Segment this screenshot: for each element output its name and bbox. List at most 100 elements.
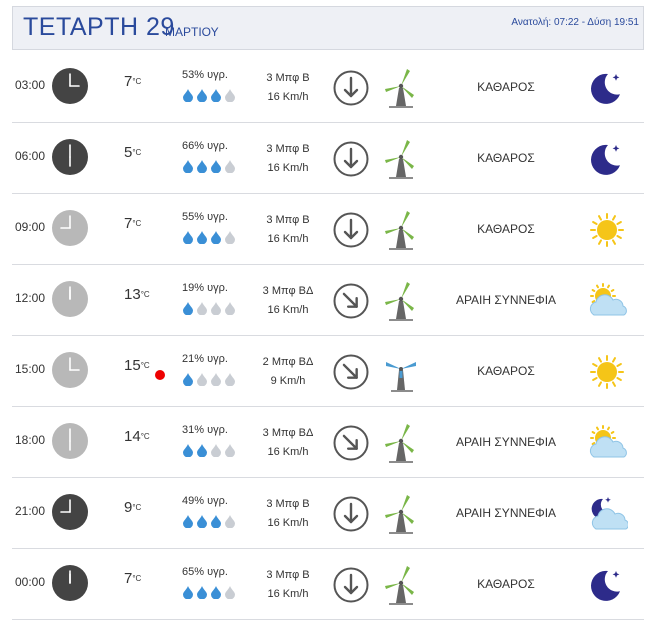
moon-icon <box>586 565 628 605</box>
clock-icon <box>52 281 88 317</box>
forecast-row: 18:00 14°C 31% υγρ. 3 Μπφ ΒΔ 16 Km/h ΑΡΑ… <box>12 407 644 478</box>
forecast-row: 00:00 7°C 65% υγρ. 3 Μπφ Β 16 Km/h ΚΑΘΑΡ… <box>12 549 644 620</box>
clock-icon <box>52 423 88 459</box>
row-description: ΚΑΘΑΡΟΣ <box>477 222 535 236</box>
row-temperature: 14°C <box>124 428 150 445</box>
clock-icon <box>52 565 88 601</box>
sun-cloud-icon <box>586 281 628 321</box>
humidity-drops-icon <box>182 230 238 245</box>
sun-cloud-icon <box>586 423 628 463</box>
row-time: 12:00 <box>15 291 46 305</box>
wind-force: 3 Μπφ Β <box>266 143 310 155</box>
moon-cloud-icon <box>586 494 629 534</box>
clock-icon <box>52 68 88 104</box>
row-humidity: 31% υγρ. <box>182 424 228 436</box>
row-temperature: 7°C <box>124 570 142 587</box>
day-title: ΤΕΤΑΡΤΗ 29 <box>23 13 175 41</box>
row-wind: 3 Μπφ Β 16 Km/h <box>240 566 336 604</box>
row-humidity: 21% υγρ. <box>182 353 228 365</box>
wind-force: 3 Μπφ ΒΔ <box>262 285 314 297</box>
row-wind: 3 Μπφ Β 16 Km/h <box>240 495 336 533</box>
humidity-drops-icon <box>182 159 238 174</box>
row-temperature: 9°C <box>124 499 142 516</box>
row-temperature: 13°C <box>124 286 150 303</box>
wind-force: 2 Μπφ ΒΔ <box>262 356 314 368</box>
wind-speed: 16 Km/h <box>267 588 309 600</box>
row-humidity: 65% υγρ. <box>182 566 228 578</box>
row-humidity: 53% υγρ. <box>182 69 228 81</box>
wind-force: 3 Μπφ Β <box>266 498 310 510</box>
wind-direction-arrow-icon <box>332 566 370 604</box>
row-wind: 3 Μπφ Β 16 Km/h <box>240 69 336 107</box>
row-temperature: 5°C <box>124 144 142 161</box>
row-humidity: 49% υγρ. <box>182 495 228 507</box>
wind-turbine-icon <box>383 137 419 181</box>
row-description: ΑΡΑΙΗ ΣΥΝΝΕΦΙΑ <box>455 435 557 449</box>
row-time: 15:00 <box>15 362 46 376</box>
row-wind: 3 Μπφ ΒΔ 16 Km/h <box>240 282 336 320</box>
wind-turbine-icon <box>383 208 419 252</box>
row-humidity: 55% υγρ. <box>182 211 228 223</box>
wind-turbine-icon <box>383 492 419 536</box>
humidity-drops-icon <box>182 372 238 387</box>
row-description: ΑΡΑΙΗ ΣΥΝΝΕΦΙΑ <box>455 293 557 307</box>
row-description: ΚΑΘΑΡΟΣ <box>477 80 535 94</box>
day-header: ΤΕΤΑΡΤΗ 29 ΜΑΡΤΙΟΥ Ανατολή: 07:22 - Δύση… <box>12 6 644 50</box>
month-label: ΜΑΡΤΙΟΥ <box>165 25 219 39</box>
wind-speed: 16 Km/h <box>267 446 309 458</box>
row-time: 06:00 <box>15 149 46 163</box>
forecast-row: 06:00 5°C 66% υγρ. 3 Μπφ Β 16 Km/h ΚΑΘΑΡ… <box>12 123 644 194</box>
sun-icon <box>586 210 628 250</box>
moon-icon <box>586 139 628 179</box>
row-humidity: 19% υγρ. <box>182 282 228 294</box>
sunrise-sunset: Ανατολή: 07:22 - Δύση 19:51 <box>511 17 639 28</box>
row-time: 18:00 <box>15 433 46 447</box>
wind-turbine-icon <box>383 563 419 607</box>
row-temperature: 7°C <box>124 73 142 90</box>
humidity-drops-icon <box>182 88 238 103</box>
row-description: ΚΑΘΑΡΟΣ <box>477 151 535 165</box>
wind-force: 3 Μπφ Β <box>266 72 310 84</box>
wind-force: 3 Μπφ ΒΔ <box>262 427 314 439</box>
clock-icon <box>52 352 88 388</box>
wind-direction-arrow-icon <box>332 424 370 462</box>
row-description: ΚΑΘΑΡΟΣ <box>477 577 535 591</box>
row-time: 09:00 <box>15 220 46 234</box>
row-wind: 3 Μπφ Β 16 Km/h <box>240 140 336 178</box>
forecast-row: 09:00 7°C 55% υγρ. 3 Μπφ Β 16 Km/h ΚΑΘΑΡ… <box>12 194 644 265</box>
row-temperature: 7°C <box>124 215 142 232</box>
forecast-row: 15:00 15°C 21% υγρ. 2 Μπφ ΒΔ 9 Km/h ΚΑΘΑ… <box>12 336 644 407</box>
row-humidity: 66% υγρ. <box>182 140 228 152</box>
row-time: 03:00 <box>15 78 46 92</box>
forecast-row: 12:00 13°C 19% υγρ. 3 Μπφ ΒΔ 16 Km/h ΑΡΑ… <box>12 265 644 336</box>
wind-speed: 16 Km/h <box>267 162 309 174</box>
row-time: 00:00 <box>15 575 46 589</box>
forecast-row: 03:00 7°C 53% υγρ. 3 Μπφ Β 16 Km/h ΚΑΘΑΡ… <box>12 52 644 123</box>
humidity-drops-icon <box>182 514 238 529</box>
clock-icon <box>52 210 88 246</box>
wind-turbine-icon <box>383 279 419 323</box>
row-wind: 2 Μπφ ΒΔ 9 Km/h <box>240 353 336 391</box>
forecast-row: 21:00 9°C 49% υγρ. 3 Μπφ Β 16 Km/h ΑΡΑΙΗ… <box>12 478 644 549</box>
row-description: ΑΡΑΙΗ ΣΥΝΝΕΦΙΑ <box>455 506 557 520</box>
wind-direction-arrow-icon <box>332 140 370 178</box>
wind-force: 3 Μπφ Β <box>266 569 310 581</box>
row-description: ΚΑΘΑΡΟΣ <box>477 364 535 378</box>
wind-turbine-icon <box>383 350 419 394</box>
humidity-drops-icon <box>182 301 238 316</box>
wind-speed: 16 Km/h <box>267 233 309 245</box>
row-wind: 3 Μπφ ΒΔ 16 Km/h <box>240 424 336 462</box>
wind-speed: 16 Km/h <box>267 304 309 316</box>
row-temperature: 15°C <box>124 357 150 374</box>
wind-direction-arrow-icon <box>332 69 370 107</box>
row-time: 21:00 <box>15 504 46 518</box>
humidity-drops-icon <box>182 443 238 458</box>
wind-speed: 16 Km/h <box>267 517 309 529</box>
clock-icon <box>52 139 88 175</box>
wind-direction-arrow-icon <box>332 353 370 391</box>
wind-direction-arrow-icon <box>332 211 370 249</box>
humidity-drops-icon <box>182 585 238 600</box>
wind-force: 3 Μπφ Β <box>266 214 310 226</box>
row-wind: 3 Μπφ Β 16 Km/h <box>240 211 336 249</box>
wind-direction-arrow-icon <box>332 495 370 533</box>
